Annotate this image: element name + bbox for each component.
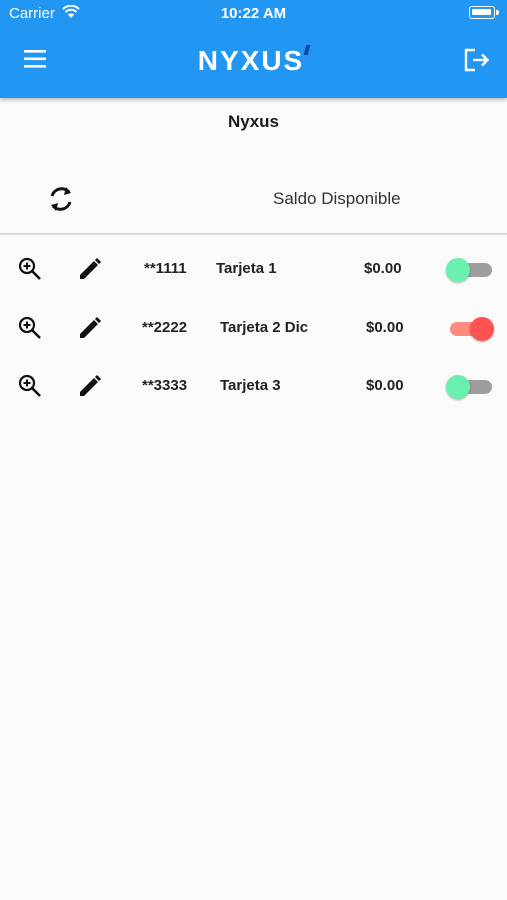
card-toggle-switch[interactable] [446,372,496,400]
battery-icon [469,6,495,19]
status-time: 10:22 AM [220,5,287,22]
battery-nub [496,10,499,15]
zoom-in-icon[interactable] [17,373,43,399]
card-row: **3333 Tarjeta 3 $0.00 [0,357,507,415]
card-row: **1111 Tarjeta 1 $0.00 [0,240,507,298]
edit-pencil-icon[interactable] [77,315,103,341]
card-number: **2222 [142,319,188,336]
divider [0,233,507,235]
toggle-thumb [446,258,470,282]
card-toggle-switch[interactable] [446,255,496,283]
card-name: Tarjeta 2 Dic [220,319,309,336]
card-balance: $0.00 [366,377,404,394]
card-name: Tarjeta 3 [220,377,281,394]
logout-icon[interactable] [459,44,493,76]
app-logo: NYXUS [0,45,507,77]
logo-text: NYXUS [197,45,305,76]
toggle-thumb [470,317,494,341]
refresh-icon[interactable] [44,181,78,217]
page-title: Nyxus [227,112,280,131]
card-toggle-switch[interactable] [446,314,496,342]
edit-pencil-icon[interactable] [77,373,103,399]
zoom-in-icon[interactable] [17,256,43,282]
toggle-thumb [446,375,470,399]
edit-pencil-icon[interactable] [77,256,103,282]
card-row: **2222 Tarjeta 2 Dic $0.00 [0,299,507,357]
card-balance: $0.00 [364,260,402,277]
card-name: Tarjeta 1 [216,260,277,277]
logo-mark [303,45,311,55]
app-bar: Carrier 10:22 AM NYXUS [0,0,507,98]
card-balance: $0.00 [366,319,404,336]
status-bar: Carrier 10:22 AM [0,0,507,28]
card-number: **1111 [144,260,187,277]
zoom-in-icon[interactable] [17,315,43,341]
balance-label: Saldo Disponible [273,189,401,208]
card-number: **3333 [142,377,188,394]
